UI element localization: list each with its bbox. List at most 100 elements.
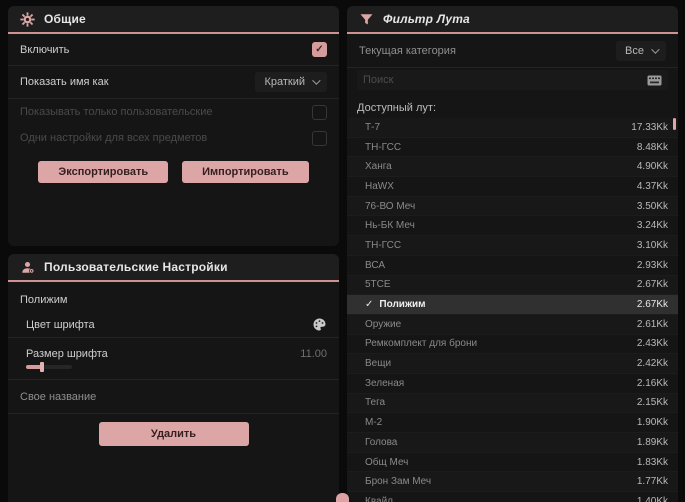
user-gear-icon [22,261,35,273]
loot-item-row[interactable]: Квайл 1.40Kk [347,492,678,502]
loot-item-value: 2.67Kk [636,279,668,291]
panel-user-settings-header: Пользовательские Настройки [8,254,339,282]
enable-checkbox[interactable]: ✓ [312,42,327,57]
loot-item-value: 2.61Kk [636,318,668,330]
loot-list: Т-7 17.33Kk ТН-ГСС 8.48Kk Ханга 4.90Kk НаWX 4.3… [347,118,678,502]
delete-button[interactable]: Удалить [98,422,249,446]
loot-item-name: Ханга [365,161,392,173]
loot-item-row[interactable]: Ремкомплект для брони 2.43Kk [347,335,678,355]
loot-item-name: Вещи [365,358,392,370]
loot-item-value: 2.42Kk [636,358,668,370]
font-color-label: Цвет шрифта [26,318,95,331]
loot-item-row[interactable]: Зеленая 2.16Kk [347,374,678,394]
loot-item-name: Ремкомплект для брони [365,338,478,350]
gear-icon [20,11,35,27]
loot-item-name: Т-7 [365,121,380,133]
custom-name-placeholder: Свое название [20,390,97,403]
loot-item-value: 3.24Kk [636,220,668,232]
loot-item-name: Тега [365,397,386,409]
loot-item-row[interactable]: Общ Меч 1.83Kk [347,453,678,473]
show-name-label: Показать имя как [20,76,109,88]
loot-item-name: Общ Меч [365,456,409,468]
panel-general: Общие Включить ✓ Показать имя как Кратки… [8,6,339,246]
mouse-cursor [336,493,349,502]
loot-item-row[interactable]: ВСА 2.93Kk [347,256,678,276]
loot-item-name: ТН-ГСС [365,141,402,153]
loot-list-scrollbar[interactable] [673,118,676,130]
loot-item-value: 3.50Kk [636,200,668,212]
loot-item-row[interactable]: НаWX 4.37Kk [347,177,678,197]
loot-item-name: ТН-ГСС [365,239,402,251]
loot-item-row[interactable]: Нь-БК Меч 3.24Kk [347,216,678,237]
loot-item-value: 2.16Kk [636,377,668,389]
search-input[interactable]: Поиск [357,70,668,90]
loot-item-row[interactable]: Т-7 17.33Kk [347,118,678,138]
loot-item-row[interactable]: Вещи 2.42Kk [347,354,678,374]
loot-item-name: Голова [365,436,398,448]
loot-item-value: 3.10Kk [636,239,668,251]
custom-name-input[interactable]: Свое название [8,380,339,414]
loot-item-row[interactable]: ТН-ГСС 8.48Kk [347,138,678,158]
panel-general-title: Общие [44,12,86,26]
panel-loot-filter-header: Фильтр Лута [347,6,678,34]
panel-user-settings-title: Пользовательские Настройки [44,260,228,274]
loot-item-row[interactable]: Голова 1.89Kk [347,433,678,453]
loot-item-value: 4.90Kk [636,161,668,173]
same-settings-label: Одни настройки для всех предметов [20,132,208,144]
panel-loot-filter: Фильтр Лута Текущая категория Все Поиск … [347,6,678,502]
loot-item-row[interactable]: 76-ВО Меч 3.50Kk [347,196,678,217]
category-dropdown[interactable]: Все [616,40,666,61]
loot-item-name: Полижим [379,299,426,311]
same-settings-row: Одни настройки для всех предметов [8,125,339,151]
category-label: Текущая категория [359,44,456,57]
check-icon: ✓ [365,299,374,311]
loot-item-row[interactable]: ТН-ГСС 3.10Kk [347,236,678,256]
app-window: Общие Включить ✓ Показать имя как Кратки… [0,0,685,502]
same-settings-checkbox[interactable] [312,130,327,146]
loot-item-row[interactable]: Брон Зам Меч 1.77Kk [347,472,678,493]
loot-item-row[interactable]: М-2 1.90Kk [347,413,678,433]
funnel-icon [360,13,373,24]
loot-item-value: 1.89Kk [636,436,668,448]
loot-item-row[interactable]: Ханга 4.90Kk [347,157,678,178]
category-value: Все [625,44,644,57]
only-custom-label: Показывать только пользовательские [20,106,213,118]
font-size-label: Размер шрифта [26,348,108,360]
loot-item-value: 1.83Kk [636,456,668,468]
selected-item-name: Полижим [20,294,68,306]
chevron-down-icon [312,76,321,85]
loot-item-value: 2.43Kk [636,338,668,350]
loot-item-name: Оружие [365,318,402,330]
font-size-slider[interactable] [26,362,72,372]
show-name-dropdown[interactable]: Краткий [255,72,327,92]
show-name-value: Краткий [264,76,305,88]
only-custom-checkbox[interactable] [312,104,327,120]
loot-item-row[interactable]: Тега 2.15Kk [347,393,678,414]
export-button[interactable]: Экспортировать [38,161,169,183]
palette-icon[interactable] [312,317,327,332]
font-color-row[interactable]: Цвет шрифта [8,312,339,338]
keyboard-icon[interactable] [647,75,662,86]
panel-general-header: Общие [8,6,339,34]
loot-item-row[interactable]: Оружие 2.61Kk [347,314,678,335]
loot-item-value: 1.90Kk [636,417,668,429]
show-name-row: Показать имя как Краткий [8,66,339,99]
loot-item-value: 2.67Kk [636,299,668,311]
loot-item-value: 4.37Kk [636,180,668,192]
loot-item-value: 8.48Kk [636,141,668,153]
loot-item-name: Нь-БК Меч [365,220,415,232]
slider-handle[interactable] [40,362,44,372]
category-row: Текущая категория Все [347,34,678,68]
loot-item-name: М-2 [365,417,383,429]
loot-item-name: 5ТСЕ [365,279,391,291]
loot-item-value: 17.33Kk [631,121,668,133]
loot-item-value: 2.15Kk [636,397,668,409]
only-custom-row: Показывать только пользовательские [8,99,339,125]
font-size-value: 11.00 [300,348,327,360]
search-placeholder: Поиск [363,74,394,86]
available-loot-label: Доступный лут: [357,102,437,114]
loot-item-row[interactable]: 5ТСЕ 2.67Kk [347,275,678,296]
import-button[interactable]: Импортировать [182,161,309,183]
font-size-row: Размер шрифта 11.00 [8,338,339,360]
loot-item-row[interactable]: ✓ Полижим 2.67Kk [347,295,678,315]
